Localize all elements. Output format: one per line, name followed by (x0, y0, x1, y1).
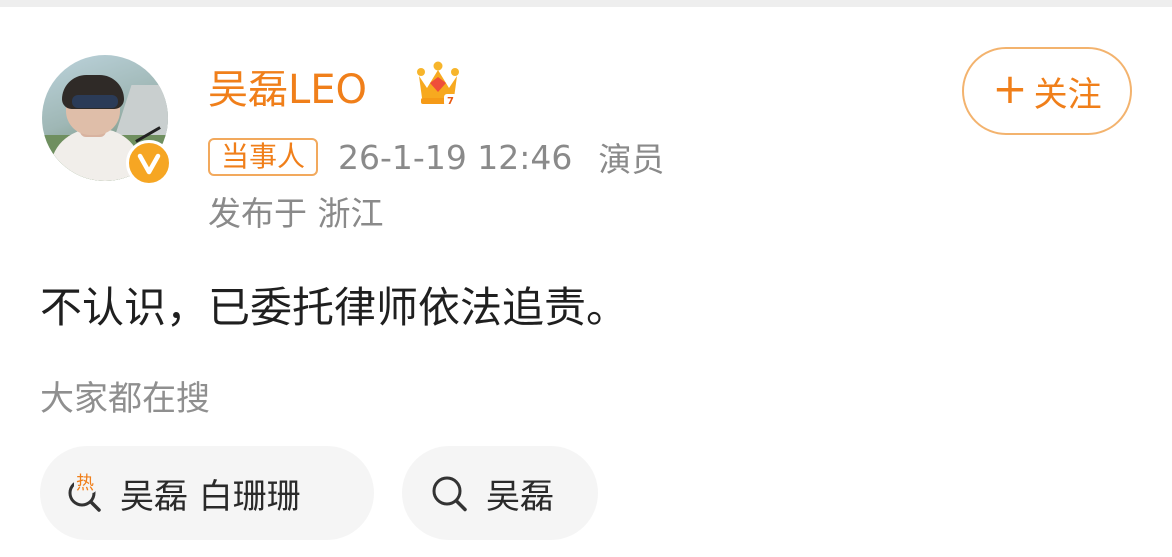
trending-search-title: 大家都在搜 (40, 379, 210, 419)
follow-label: 关注 (1033, 74, 1102, 115)
post-meta: 当事人 26-1-19 12:46 演员 (208, 134, 664, 180)
party-tag: 当事人 (208, 138, 319, 176)
post-timestamp: 26-1-19 12:46 (338, 137, 573, 177)
search-chip[interactable]: 吴磊 (402, 446, 598, 540)
search-icon (428, 471, 472, 515)
svg-text:7: 7 (447, 96, 454, 107)
post-location: 发布于 浙江 (208, 194, 384, 233)
top-divider (0, 0, 1172, 7)
search-chip-label: 吴磊 (486, 476, 554, 517)
avatar-glasses (72, 95, 118, 108)
hot-search-icon: 热 (62, 471, 106, 515)
author-role: 演员 (598, 140, 665, 179)
plus-icon: + (992, 64, 1028, 113)
follow-button[interactable]: + 关注 (962, 47, 1132, 135)
member-crown-icon: 7 (417, 61, 459, 107)
hot-mark: 热 (76, 473, 94, 494)
author-name[interactable]: 吴磊LEO (208, 62, 367, 118)
verified-badge-icon (126, 140, 172, 186)
post-content: 不认识，已委托律师依法追责。 (40, 283, 629, 332)
search-chip-hot[interactable]: 热 吴磊 白珊珊 (40, 446, 374, 540)
search-chip-label: 吴磊 白珊珊 (120, 476, 301, 517)
